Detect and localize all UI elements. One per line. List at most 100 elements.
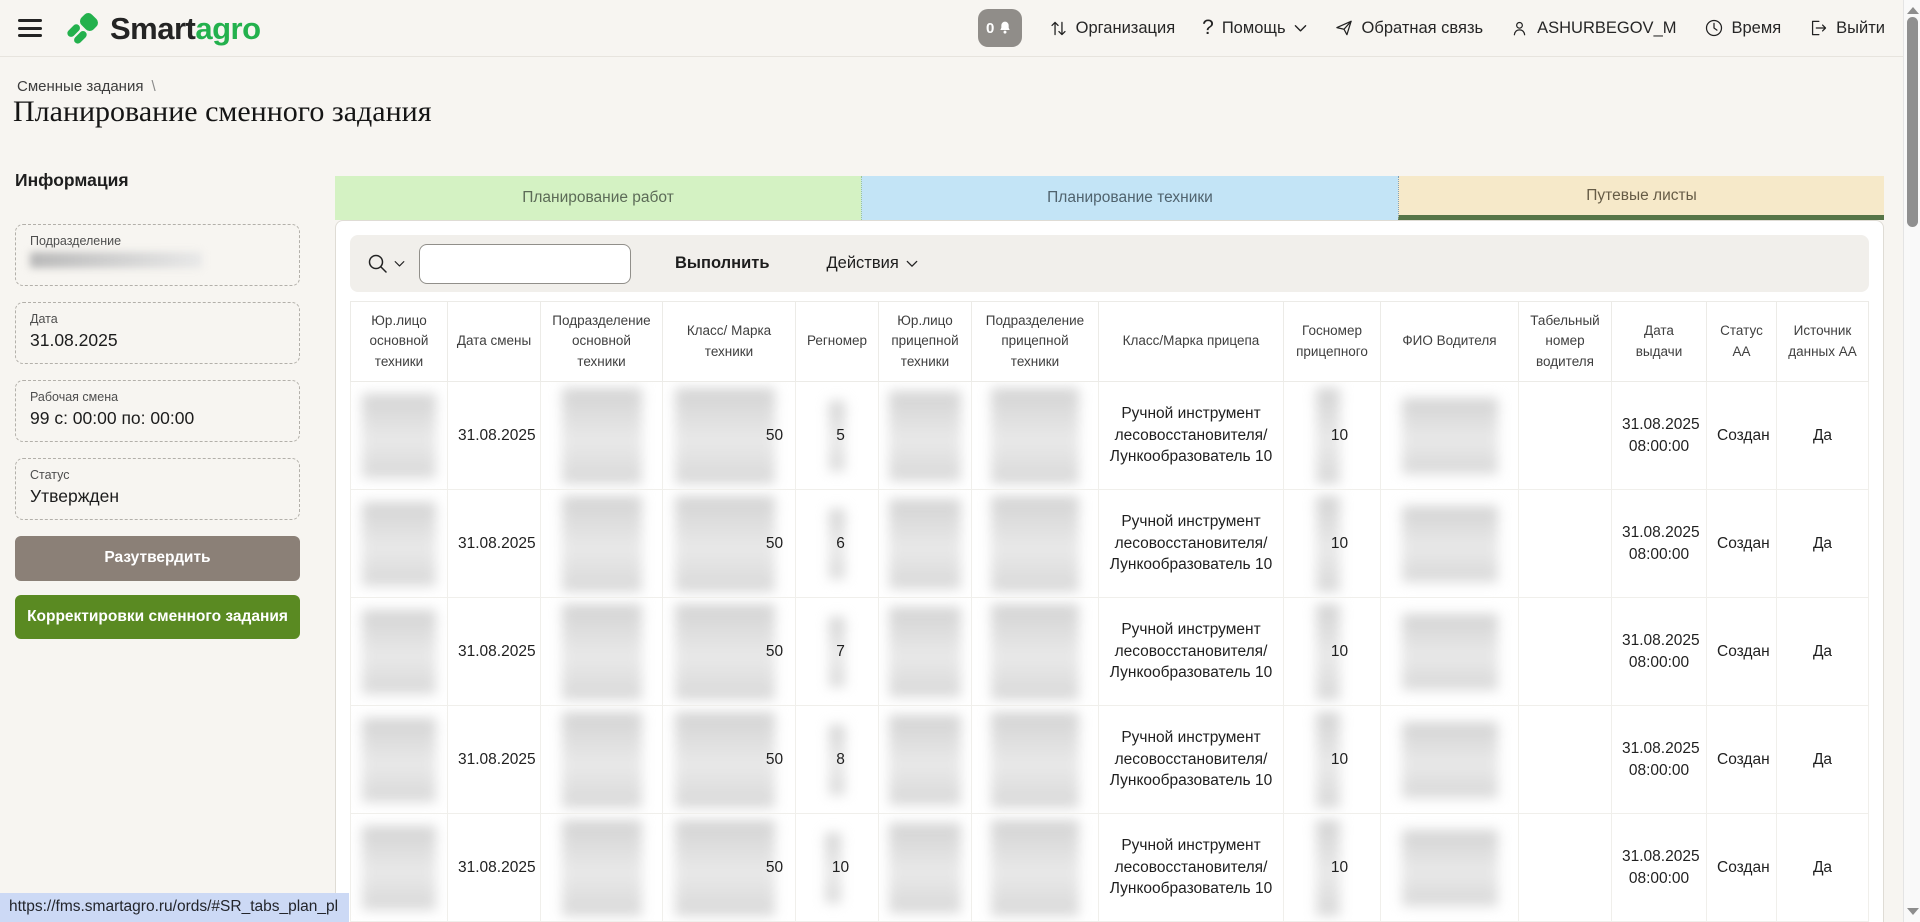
redacted-cell-value [889, 715, 961, 805]
redacted-cell-value [562, 712, 642, 808]
status-bar-link-preview: https://fms.smartagro.ru/ords/#SR_tabs_p… [0, 893, 349, 922]
column-header-legal_entity_trailer[interactable]: Юр.лицо прицепной техники [879, 302, 972, 382]
cell-legal_entity_trailer [879, 706, 972, 814]
tab-waybills[interactable]: Путевые листы [1398, 176, 1884, 220]
redacted-cell-value [362, 826, 436, 910]
cell-source_aa: Да [1777, 598, 1869, 706]
paper-plane-icon [1334, 18, 1354, 38]
cell-division_trailer [972, 490, 1099, 598]
cell-trailer_class: Ручной инструмент лесовосстановителя/ Лу… [1099, 814, 1284, 922]
status-value: Утвержден [30, 486, 285, 508]
cell-trailer_number: 10 [1284, 706, 1381, 814]
nav-user[interactable]: ASHURBEGOV_M [1510, 19, 1676, 38]
execute-button[interactable]: Выполнить [669, 253, 775, 274]
cell-reg_number: 5 [796, 382, 879, 490]
column-header-issue_date[interactable]: Дата выдачи [1612, 302, 1707, 382]
redacted-cell-value [675, 604, 775, 700]
nav-time[interactable]: Время [1704, 18, 1782, 38]
column-header-shift_date[interactable]: Дата смены [448, 302, 541, 382]
column-header-division_main[interactable]: Подразделение основной техники [541, 302, 663, 382]
column-header-source_aa[interactable]: Источник данных АА [1777, 302, 1869, 382]
cell-trailer_number: 10 [1284, 598, 1381, 706]
redacted-cell-value [562, 496, 642, 592]
cell-class_brand: 50 [663, 490, 796, 598]
menu-button[interactable] [18, 19, 42, 37]
scroll-down-arrow[interactable] [1907, 908, 1919, 915]
cell-legal_entity_main [351, 598, 448, 706]
search-input[interactable] [419, 244, 631, 284]
cell-issue_date: 31.08.2025 08:00:00 [1612, 706, 1707, 814]
cell-driver_name [1381, 814, 1519, 922]
actions-menu-button[interactable]: Действия [820, 253, 923, 274]
redacted-division-value [30, 252, 202, 268]
column-header-reg_number[interactable]: Регномер [796, 302, 879, 382]
scroll-up-arrow[interactable] [1907, 7, 1919, 14]
cell-status_aa: Создан [1707, 814, 1777, 922]
cell-division_trailer [972, 814, 1099, 922]
redacted-cell-value [1402, 722, 1498, 798]
notifications-badge[interactable]: 0 [978, 9, 1022, 47]
column-header-status_aa[interactable]: Статус АА [1707, 302, 1777, 382]
tab-work-planning[interactable]: Планирование работ [335, 176, 861, 220]
user-icon [1510, 19, 1529, 38]
table-row: 31.08.2025505Ручной инструмент лесовосст… [351, 382, 1869, 490]
smartagro-logo[interactable]: Smartagro [64, 9, 261, 47]
unapprove-button[interactable]: Разутвердить [15, 536, 300, 581]
cell-trailer_class: Ручной инструмент лесовосстановителя/ Лу… [1099, 706, 1284, 814]
vertical-scrollbar[interactable] [1903, 0, 1920, 922]
cell-issue_date: 31.08.2025 08:00:00 [1612, 598, 1707, 706]
app-header: Smartagro 0 Организация ? Помощь О [0, 0, 1903, 57]
cell-driver_name [1381, 490, 1519, 598]
redacted-cell-value [991, 388, 1079, 484]
cell-driver_tab_number [1519, 598, 1612, 706]
header-nav: 0 Организация ? Помощь Обратная связь [978, 9, 1885, 47]
cell-division_trailer [972, 706, 1099, 814]
column-header-trailer_number[interactable]: Госномер прицепного [1284, 302, 1381, 382]
cell-trailer_number: 10 [1284, 490, 1381, 598]
cell-trailer_number: 10 [1284, 814, 1381, 922]
cell-legal_entity_main [351, 382, 448, 490]
logout-icon [1808, 18, 1828, 38]
column-header-trailer_class[interactable]: Класс/Марка прицепа [1099, 302, 1284, 382]
cell-source_aa: Да [1777, 382, 1869, 490]
cell-class_brand: 50 [663, 382, 796, 490]
redacted-cell-value [1402, 398, 1498, 474]
nav-feedback[interactable]: Обратная связь [1334, 18, 1484, 38]
breadcrumb-item[interactable]: Сменные задания [17, 78, 143, 95]
redacted-cell-value [889, 607, 961, 697]
nav-organization[interactable]: Организация [1049, 19, 1176, 38]
logo-text: Smartagro [110, 13, 261, 44]
search-options-button[interactable] [366, 252, 405, 276]
cell-reg_number: 7 [796, 598, 879, 706]
nav-logout[interactable]: Выйти [1808, 18, 1885, 38]
column-header-division_trailer[interactable]: Подразделение прицепной техники [972, 302, 1099, 382]
cell-trailer_class: Ручной инструмент лесовосстановителя/ Лу… [1099, 598, 1284, 706]
shift-task-corrections-button[interactable]: Корректировки сменного задания [15, 595, 300, 640]
cell-division_main [541, 382, 663, 490]
redacted-cell-value [1402, 506, 1498, 582]
info-sidebar: Информация Подразделение Дата 31.08.2025… [15, 170, 300, 653]
cell-driver_tab_number [1519, 814, 1612, 922]
table-header-row: Юр.лицо основной техникиДата сменыПодраз… [351, 302, 1869, 382]
nav-help[interactable]: ? Помощь [1202, 16, 1306, 40]
cell-legal_entity_trailer [879, 490, 972, 598]
scrollbar-thumb[interactable] [1907, 17, 1918, 227]
redacted-cell-value [562, 604, 642, 700]
tab-equipment-planning[interactable]: Планирование техники [861, 176, 1398, 220]
cell-class_brand: 50 [663, 706, 796, 814]
column-header-driver_tab_number[interactable]: Табельный номер водителя [1519, 302, 1612, 382]
bell-icon [997, 20, 1013, 36]
cell-source_aa: Да [1777, 814, 1869, 922]
column-header-driver_name[interactable]: ФИО Водителя [1381, 302, 1519, 382]
column-header-class_brand[interactable]: Класс/ Марка техники [663, 302, 796, 382]
cell-division_main [541, 706, 663, 814]
work-shift-value: 99 с: 00:00 по: 00:00 [30, 408, 285, 430]
column-header-legal_entity_main[interactable]: Юр.лицо основной техники [351, 302, 448, 382]
redacted-cell-value [675, 820, 775, 916]
redacted-cell-value [991, 604, 1079, 700]
cell-driver_tab_number [1519, 490, 1612, 598]
cell-driver_name [1381, 706, 1519, 814]
cell-division_trailer [972, 598, 1099, 706]
cell-issue_date: 31.08.2025 08:00:00 [1612, 814, 1707, 922]
cell-source_aa: Да [1777, 706, 1869, 814]
